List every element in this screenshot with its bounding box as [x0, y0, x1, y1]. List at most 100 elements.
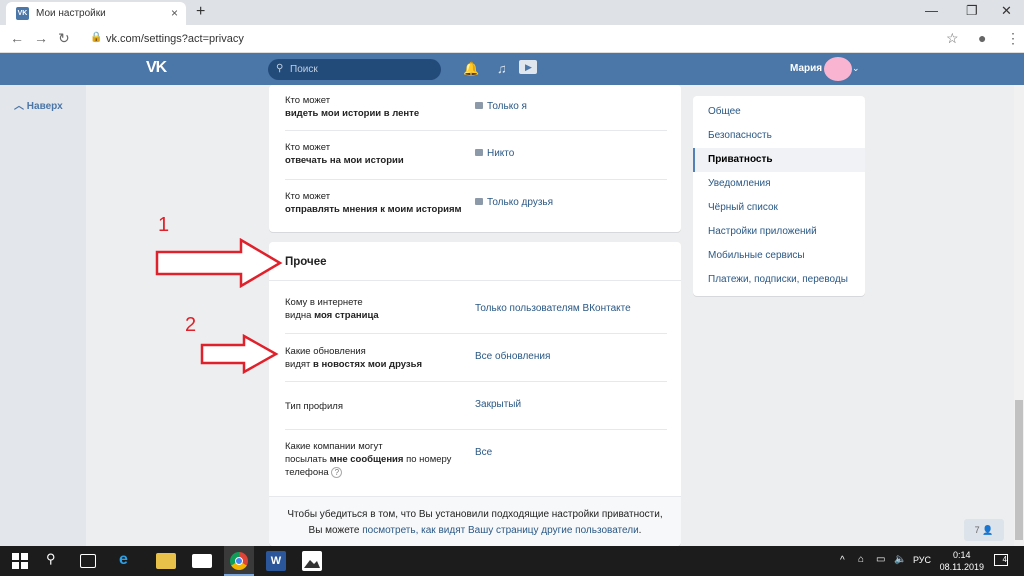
video-icon[interactable]: ▶ [519, 60, 537, 74]
vk-favicon-icon: VK [16, 7, 29, 20]
account-icon[interactable]: ● [978, 30, 986, 46]
footer-text: . [638, 525, 642, 536]
privacy-row[interactable]: Какие компании могут посылать мне сообщен… [285, 431, 667, 491]
red-arrow-icon [155, 238, 283, 288]
row-label: Кому в интернете видна моя страница [285, 297, 379, 321]
lock-icon: 🔒 [90, 32, 103, 43]
volume-icon[interactable]: 🔈 [894, 554, 906, 565]
mail-icon[interactable] [192, 554, 212, 568]
row-value[interactable]: Только пользователям ВКонтакте [475, 303, 631, 314]
left-column [0, 85, 86, 546]
menu-item-notifications[interactable]: Уведомления [693, 172, 865, 196]
vk-logo[interactable]: VK [146, 59, 167, 77]
red-arrow-icon [200, 334, 279, 374]
annotation-number: 2 [185, 314, 197, 336]
footer-text: Чтобы убедиться в том, что Вы установили… [287, 509, 663, 520]
menu-item-apps[interactable]: Настройки приложений [693, 220, 865, 244]
row-value[interactable]: Никто [475, 148, 514, 159]
address-bar[interactable]: 🔒 vk.com/settings?act=privacy [78, 28, 968, 50]
help-icon[interactable]: ? [331, 467, 343, 478]
browser-tab-bar: VK Мои настройки × + — ❐ ✕ [0, 0, 1024, 25]
menu-item-mobile[interactable]: Мобильные сервисы [693, 244, 865, 268]
windows-start-icon[interactable] [10, 551, 30, 571]
address-row: ← → ↻ 🔒 vk.com/settings?act=privacy ☆ ● … [0, 25, 1024, 53]
menu-item-blacklist[interactable]: Чёрный список [693, 196, 865, 220]
file-explorer-icon[interactable] [156, 553, 176, 569]
view-as-link[interactable]: посмотреть, как видят Вашу страницу друг… [362, 525, 638, 536]
row-label: Кто может отправлять мнения к моим истори… [285, 191, 462, 215]
chevron-down-icon[interactable]: ⌄ [852, 63, 860, 74]
row-value[interactable]: Только друзья [475, 197, 553, 208]
photos-icon[interactable] [302, 551, 322, 571]
settings-menu: Общее Безопасность Приватность Уведомлен… [693, 96, 865, 296]
url-text: vk.com/settings?act=privacy [106, 33, 244, 45]
word-icon[interactable]: W [266, 551, 286, 571]
privacy-row[interactable]: Кому в интернете видна моя страница Тольк… [285, 288, 667, 334]
row-label: Кто может отвечать на мои истории [285, 142, 404, 166]
search-input[interactable]: ⚲ Поиск [268, 59, 441, 80]
notifications-bell-icon[interactable]: 🔔 [463, 61, 479, 77]
scrollbar-thumb[interactable] [1015, 400, 1023, 540]
search-placeholder: Поиск [290, 64, 318, 75]
network-icon[interactable]: ⌂ [858, 554, 864, 565]
privacy-row[interactable]: Тип профиля Закрытый [285, 383, 667, 430]
lock-icon [475, 102, 483, 109]
browser-tab[interactable]: VK Мои настройки × [6, 2, 186, 25]
privacy-row[interactable]: Какие обновления видят в новостях мои дру… [285, 335, 667, 382]
divider [269, 280, 681, 281]
footer-text: Вы можете [308, 525, 363, 536]
stories-privacy-card: Кто может видеть мои истории в ленте Толь… [269, 85, 681, 232]
scroll-top-button[interactable]: ︿ Наверх [14, 97, 63, 112]
menu-item-payments[interactable]: Платежи, подписки, переводы [693, 268, 865, 292]
notification-center-icon[interactable]: 4 [994, 554, 1008, 566]
back-button[interactable]: ← [10, 30, 24, 46]
user-name[interactable]: Мария [790, 63, 822, 74]
tray-expand-icon[interactable]: ^ [840, 555, 845, 566]
row-value[interactable]: Только я [475, 101, 527, 112]
row-label: Какие обновления видят в новостях мои дру… [285, 346, 423, 370]
menu-item-general[interactable]: Общее [693, 100, 865, 124]
restore-button[interactable]: ❐ [966, 3, 978, 19]
windows-taskbar: ⚲ e W ^ ⌂ ▭ 🔈 РУС 0:14 08.11.2019 4 [0, 546, 1024, 576]
person-icon: 👤 [982, 525, 994, 535]
task-view-icon[interactable] [80, 554, 96, 568]
row-value[interactable]: Все обновления [475, 351, 550, 362]
privacy-row[interactable]: Кто может отправлять мнения к моим истори… [285, 181, 667, 229]
search-icon: ⚲ [276, 63, 284, 74]
language-indicator[interactable]: РУС [913, 555, 931, 565]
music-icon[interactable]: ♫ [497, 61, 507, 76]
chevron-up-icon: ︿ [14, 101, 24, 112]
menu-item-privacy[interactable]: Приватность [693, 148, 865, 172]
edge-browser-icon[interactable]: e [119, 551, 139, 571]
reload-button[interactable]: ↻ [58, 30, 70, 47]
privacy-row[interactable]: Кто может отвечать на мои истории Никто [285, 132, 667, 180]
section-title: Прочее [285, 256, 327, 268]
chrome-taskbar-button[interactable] [224, 546, 254, 576]
scroll-top-label: Наверх [26, 101, 63, 112]
annotation-number: 1 [158, 214, 170, 236]
forward-button[interactable]: → [34, 30, 48, 46]
tab-close-icon[interactable]: × [171, 6, 178, 20]
battery-icon[interactable]: ▭ [876, 554, 885, 565]
new-tab-button[interactable]: + [196, 3, 205, 21]
avatar[interactable] [824, 57, 852, 81]
search-icon[interactable]: ⚲ [46, 551, 66, 571]
minimize-button[interactable]: — [925, 3, 938, 18]
vk-header: VK ⚲ Поиск 🔔 ♫ ▶ Мария [0, 53, 1024, 85]
other-privacy-card: Прочее Кому в интернете видна моя страниц… [269, 242, 681, 546]
clock[interactable]: 0:14 08.11.2019 [940, 549, 984, 573]
tab-title: Мои настройки [36, 8, 106, 19]
bookmark-star-icon[interactable]: ☆ [946, 30, 959, 47]
menu-item-security[interactable]: Безопасность [693, 124, 865, 148]
browser-menu-icon[interactable]: ⋮ [1006, 30, 1020, 47]
online-friends-badge[interactable]: 7 👤 [964, 519, 1004, 541]
close-window-button[interactable]: ✕ [1001, 3, 1012, 19]
row-label: Кто может видеть мои истории в ленте [285, 95, 420, 119]
row-label: Какие компании могут посылать мне сообщен… [285, 441, 452, 478]
privacy-footer: Чтобы убедиться в том, что Вы установили… [269, 496, 681, 546]
lock-icon [475, 149, 483, 156]
row-value[interactable]: Все [475, 447, 492, 458]
lock-icon [475, 198, 483, 205]
row-value[interactable]: Закрытый [475, 399, 521, 410]
privacy-row[interactable]: Кто может видеть мои истории в ленте Толь… [285, 85, 667, 131]
